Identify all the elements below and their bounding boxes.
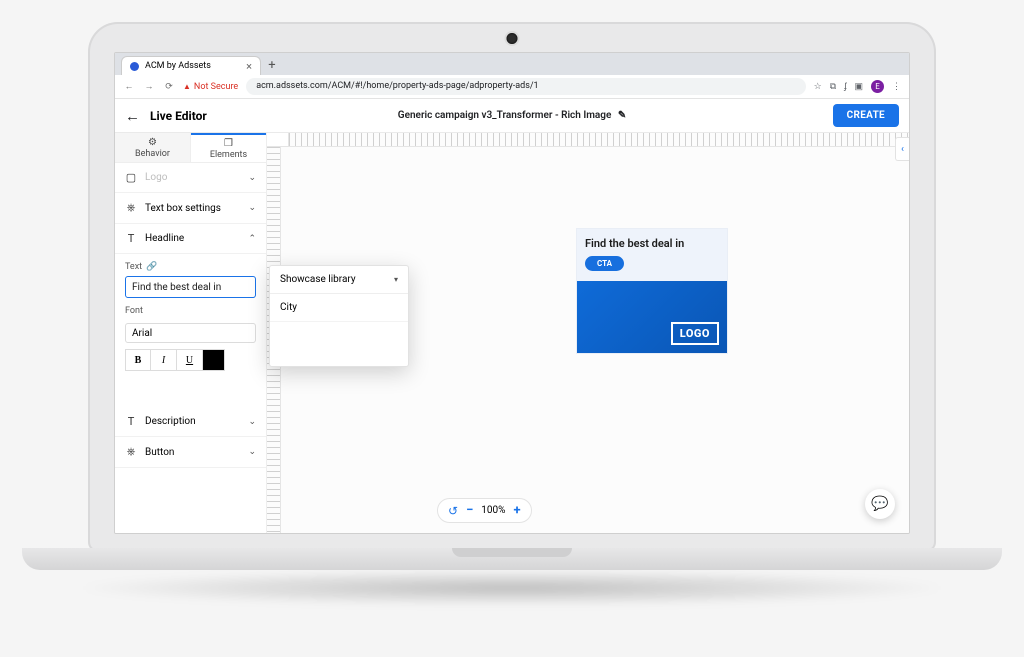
panel-textbox-settings[interactable]: ⎈ Text box settings ⌄ [115, 193, 266, 224]
text-icon: T [125, 415, 137, 428]
inspector-sidebar: ⚙ Behavior ❒ Elements ▢ Logo ⌄ [115, 133, 267, 533]
close-icon[interactable]: × [246, 60, 252, 73]
cube-icon: ⎈ [125, 445, 137, 459]
bold-button[interactable]: B [125, 349, 151, 371]
text-field-label: Text [125, 262, 142, 272]
extension-icon[interactable]: ʄ [844, 81, 846, 92]
new-tab-button[interactable]: + [263, 58, 281, 75]
chevron-down-icon: ⌄ [248, 447, 256, 457]
laptop-frame: ACM by Adssets × + ← → ⟳ Not Secure acm.… [88, 22, 936, 552]
dropdown-showcase-library[interactable]: Showcase library ▾ [270, 266, 408, 294]
headline-text-input[interactable] [125, 276, 256, 298]
nav-back-icon[interactable]: ← [123, 81, 135, 92]
laptop-base [22, 548, 1002, 570]
elements-icon: ❒ [224, 138, 233, 149]
cube-icon: ⎈ [125, 201, 137, 215]
ruler-corner [267, 133, 289, 147]
link-icon[interactable]: 🔗 [146, 262, 157, 272]
underline-button[interactable]: U [177, 349, 203, 371]
zoom-in-button[interactable]: + [513, 503, 520, 518]
chevron-down-icon: ⌄ [248, 417, 256, 427]
headline-editor: Text 🔗 Font B I U [115, 254, 266, 379]
panel-logo[interactable]: ▢ Logo ⌄ [115, 163, 266, 193]
zoom-out-button[interactable]: − [466, 503, 473, 518]
app-bar: ← Live Editor Generic campaign v3_Transf… [115, 99, 909, 133]
zoom-toolbar: ↺ − 100% + [437, 498, 532, 523]
panel-button[interactable]: ⎈ Button ⌄ [115, 437, 266, 468]
profile-avatar[interactable]: E [871, 80, 884, 93]
image-icon: ▢ [125, 171, 137, 184]
showcase-library-popover: Showcase library ▾ City [269, 265, 409, 367]
preview-logo[interactable]: LOGO [671, 322, 719, 345]
behavior-icon: ⚙ [148, 137, 157, 148]
back-arrow-icon[interactable]: ← [125, 107, 140, 125]
chevron-up-icon: ⌃ [248, 234, 256, 244]
not-secure-badge: Not Secure [183, 82, 238, 92]
extension-icon[interactable]: ⧉ [830, 82, 836, 92]
nav-forward-icon[interactable]: → [143, 81, 155, 92]
undo-icon[interactable]: ↺ [448, 504, 458, 518]
chevron-down-icon: ⌄ [248, 203, 256, 213]
ad-preview[interactable]: Find the best deal in CTA LOGO [577, 229, 727, 353]
panel-headline[interactable]: T Headline ⌃ [115, 224, 266, 254]
chevron-down-icon: ⌄ [248, 173, 256, 183]
panel-description[interactable]: T Description ⌄ [115, 407, 266, 437]
reload-icon[interactable]: ⟳ [163, 82, 175, 92]
kebab-icon[interactable]: ⋮ [892, 82, 901, 92]
font-select[interactable] [125, 323, 256, 343]
caret-down-icon: ▾ [394, 275, 398, 284]
camera-icon [507, 33, 518, 44]
chat-fab[interactable]: 💬 [865, 489, 895, 519]
create-button[interactable]: CREATE [833, 104, 899, 127]
text-color-swatch[interactable] [203, 349, 225, 371]
preview-cta[interactable]: CTA [585, 256, 624, 271]
collapse-panel-button[interactable]: ‹ [895, 137, 909, 161]
browser-tab[interactable]: ACM by Adssets × [121, 56, 261, 75]
font-field-label: Font [125, 306, 143, 316]
italic-button[interactable]: I [151, 349, 177, 371]
edit-icon[interactable]: ✎ [618, 110, 626, 121]
tab-elements[interactable]: ❒ Elements [191, 133, 266, 162]
preview-headline[interactable]: Find the best deal in [585, 237, 719, 250]
favicon-icon [130, 62, 139, 71]
page-title: Live Editor [150, 109, 207, 123]
address-bar[interactable]: acm.adssets.com/ACM/#!/home/property-ads… [246, 78, 805, 95]
zoom-level: 100% [481, 505, 505, 516]
text-icon: T [125, 232, 137, 245]
browser-toolbar: ← → ⟳ Not Secure acm.adssets.com/ACM/#!/… [115, 75, 909, 99]
ruler-horizontal [289, 133, 909, 147]
tab-behavior[interactable]: ⚙ Behavior [115, 133, 191, 162]
campaign-name[interactable]: Generic campaign v3_Transformer - Rich I… [398, 110, 626, 121]
star-icon[interactable]: ☆ [814, 82, 822, 92]
popover-item-city[interactable]: City [270, 294, 408, 322]
browser-tabstrip: ACM by Adssets × + [115, 53, 909, 75]
chat-icon: 💬 [871, 496, 888, 512]
tab-title: ACM by Adssets [145, 61, 211, 71]
extension-icon[interactable]: ▣ [854, 82, 863, 92]
